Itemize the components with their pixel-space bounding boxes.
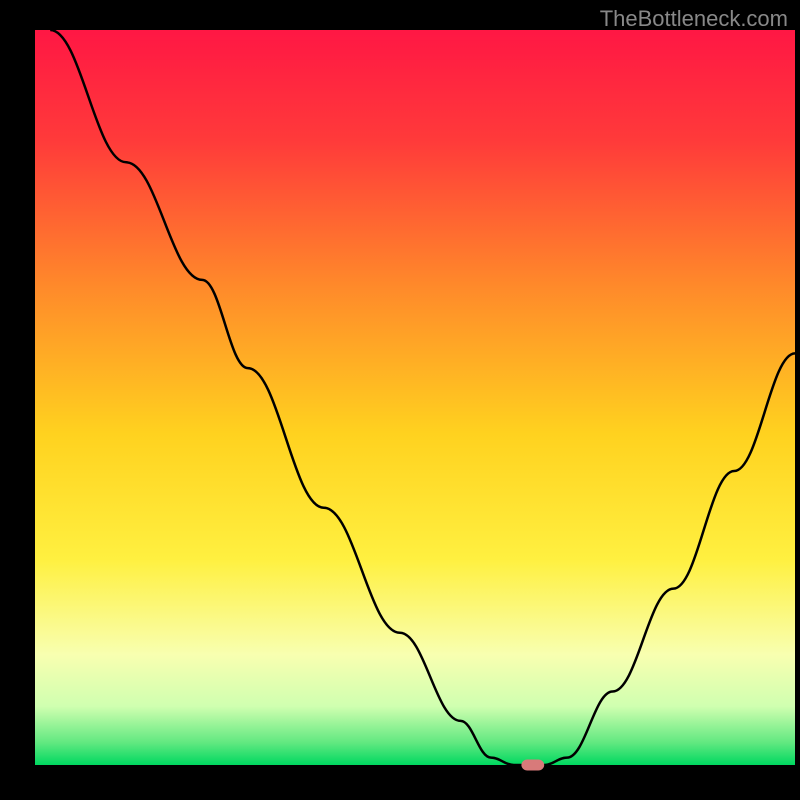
chart-container: TheBottleneck.com: [0, 0, 800, 800]
bottleneck-chart: [0, 0, 800, 800]
watermark-text: TheBottleneck.com: [600, 6, 788, 32]
optimal-marker: [521, 759, 544, 770]
gradient-background: [35, 30, 795, 765]
